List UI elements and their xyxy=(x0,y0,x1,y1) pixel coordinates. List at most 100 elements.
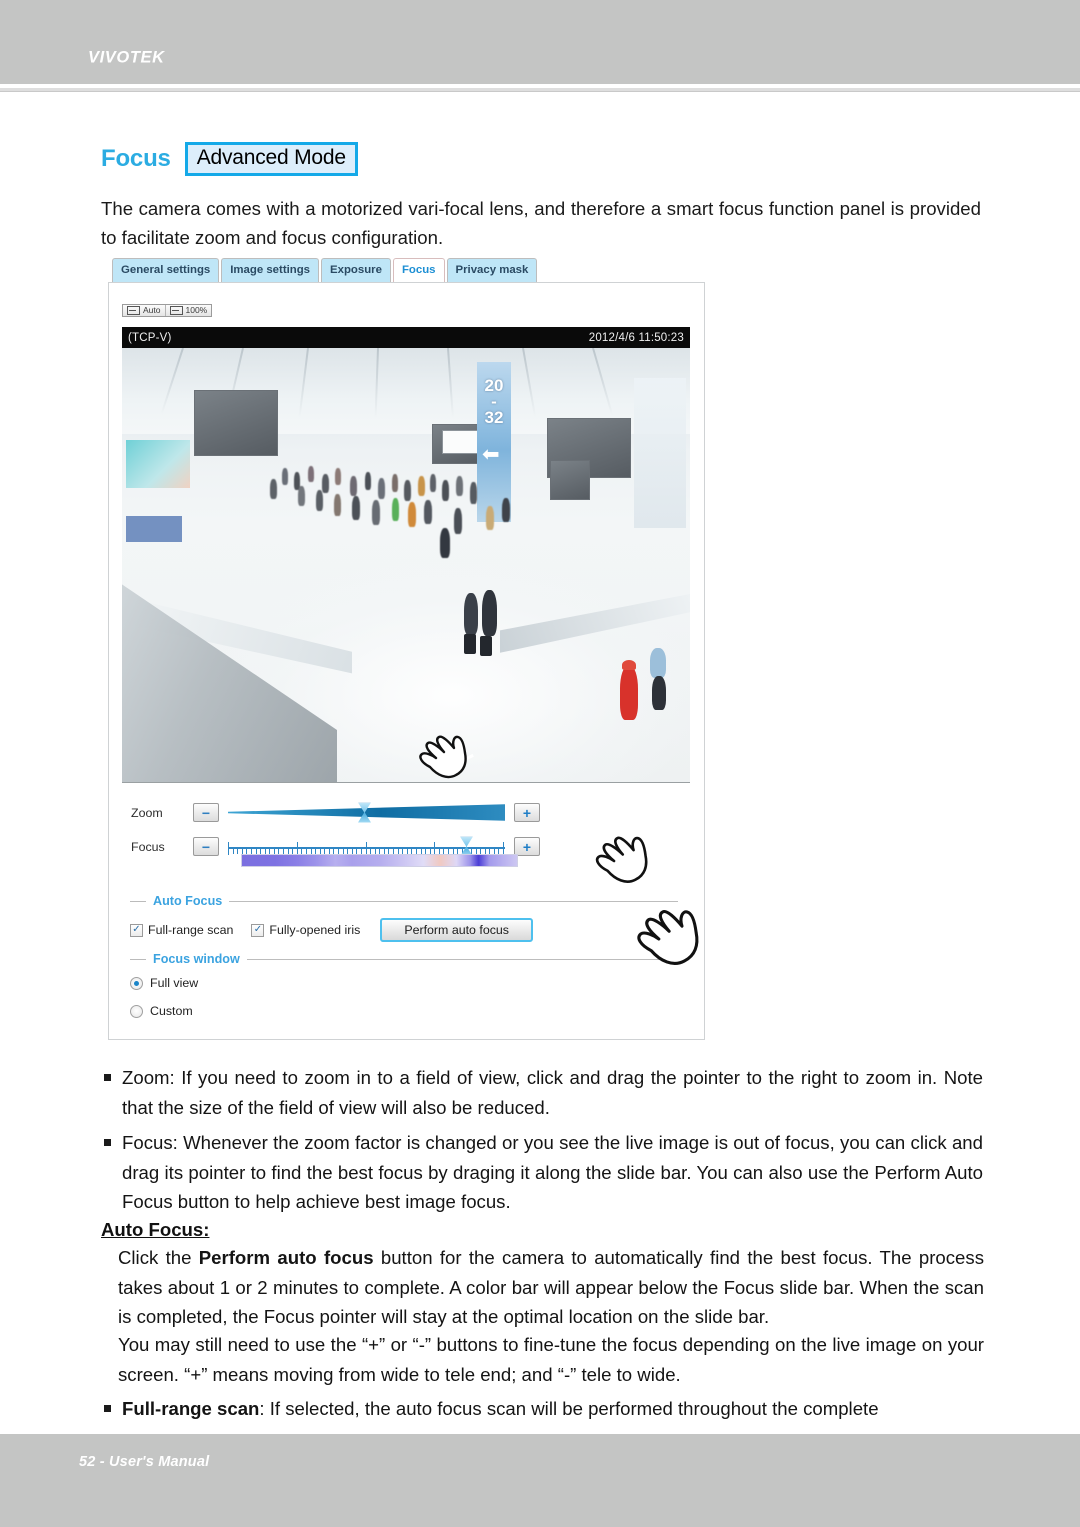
auto-focus-p1-a: Click the xyxy=(118,1247,199,1268)
focus-tick-minor xyxy=(489,848,490,854)
focus-tick-minor xyxy=(311,848,312,854)
full-range-scan-rest: : If selected, the auto focus scan will … xyxy=(259,1398,879,1419)
focus-tick-major xyxy=(297,841,298,855)
zoom-slider-track[interactable] xyxy=(228,802,505,823)
video-frame[interactable]: 20-32 ⬅ xyxy=(122,348,690,783)
full-range-scan-checkbox[interactable]: ✓ xyxy=(130,923,143,937)
scene-display-panel xyxy=(194,390,278,456)
legend-dash xyxy=(130,958,146,960)
focus-tick-minor xyxy=(498,848,499,854)
view-size-100-button[interactable]: 100% xyxy=(165,305,212,317)
focus-tick-minor xyxy=(274,848,275,854)
focus-tick-minor xyxy=(283,848,284,854)
scene-floor-reflection xyxy=(423,742,457,763)
focus-tick-minor xyxy=(329,848,330,854)
view-size-auto-button[interactable]: Auto xyxy=(123,305,166,317)
focus-tick-minor xyxy=(485,848,486,854)
focus-tick-minor xyxy=(242,848,243,854)
auto-focus-paragraph-2: You may still need to use the “+” or “-”… xyxy=(118,1334,984,1385)
focus-tick-minor xyxy=(425,848,426,854)
scene-luggage xyxy=(480,636,492,656)
vivotek-logo: VIVOTEK xyxy=(88,48,165,67)
video-osd-bar: (TCP-V) 2012/4/6 11:50:23 xyxy=(122,327,690,348)
page-footer: 52 - User's Manual xyxy=(0,1434,1080,1527)
focus-tick-major xyxy=(503,841,504,855)
resize-icon xyxy=(169,306,183,316)
tab-privacy-mask[interactable]: Privacy mask xyxy=(446,258,538,282)
focus-tick-minor xyxy=(411,848,412,854)
zoom-slider-row: Zoom − + xyxy=(131,802,540,823)
zoom-plus-button[interactable]: + xyxy=(514,803,540,822)
tab-image-settings[interactable]: Image settings xyxy=(221,258,320,282)
advanced-mode-badge: Advanced Mode xyxy=(184,142,358,176)
auto-focus-fieldset: Auto Focus ✓ Full-range scan ✓ Fully-ope… xyxy=(130,894,678,942)
focus-tick-minor xyxy=(306,848,307,854)
view-size-100-label: 100% xyxy=(185,305,208,315)
focus-tick-minor xyxy=(361,848,362,854)
focus-tick-minor xyxy=(384,848,385,854)
perform-auto-focus-button[interactable]: Perform auto focus xyxy=(380,918,533,942)
auto-focus-title: Auto Focus xyxy=(153,894,223,908)
focus-tick-minor xyxy=(320,848,321,854)
bullet-full-range-scan-text: Full-range scan: If selected, the auto f… xyxy=(101,1394,983,1424)
video-timestamp: 2012/4/6 11:50:23 xyxy=(588,331,684,344)
scene-ad-banner xyxy=(126,440,190,488)
focus-tick-major xyxy=(366,841,367,855)
focus-tick-minor xyxy=(260,848,261,854)
focus-minus-button[interactable]: − xyxy=(193,837,219,856)
section-title-text: Focus xyxy=(101,144,171,172)
focus-tick-minor xyxy=(256,848,257,854)
page-title: Focus Advanced Mode xyxy=(101,142,358,176)
focus-tick-major xyxy=(434,841,435,855)
focus-tick-minor xyxy=(398,848,399,854)
legend-rule xyxy=(246,958,678,960)
zoom-label: Zoom xyxy=(131,805,163,820)
full-range-scan-bold: Full-range scan xyxy=(122,1398,260,1419)
focus-tick-minor xyxy=(476,848,477,854)
auto-focus-legend: Auto Focus xyxy=(130,894,678,908)
focus-tick-minor xyxy=(379,848,380,854)
video-protocol-label: (TCP-V) xyxy=(128,331,172,344)
live-video-area: (TCP-V) 2012/4/6 11:50:23 20 - 32 ⬅ xyxy=(122,327,690,783)
focus-tick-major xyxy=(228,841,229,855)
settings-tabbar: General settings Image settings Exposure… xyxy=(112,258,538,282)
tab-general-settings[interactable]: General settings xyxy=(112,258,220,282)
full-view-radio[interactable] xyxy=(130,976,143,990)
tab-exposure[interactable]: Exposure xyxy=(321,258,391,282)
focus-tick-minor xyxy=(292,848,293,854)
scene-person-blue-legs xyxy=(652,676,666,710)
auto-focus-options: ✓ Full-range scan ✓ Fully-opened iris Pe… xyxy=(130,918,678,942)
focus-tick-minor xyxy=(439,848,440,854)
bullet-zoom: Zoom: If you need to zoom in to a field … xyxy=(101,1063,983,1122)
bullet-full-range-scan: Full-range scan: If selected, the auto f… xyxy=(101,1394,983,1424)
full-view-label: Full view xyxy=(150,976,199,990)
footer-page-label: 52 - User's Manual xyxy=(79,1454,210,1470)
fully-opened-iris-label: Fully-opened iris xyxy=(269,923,361,937)
focus-window-option-custom[interactable]: Custom xyxy=(130,1004,678,1018)
full-range-scan-label: Full-range scan xyxy=(148,923,234,937)
arrow-left-icon: ⬅ xyxy=(482,443,500,466)
focus-tick-minor xyxy=(343,848,344,854)
focus-window-option-full-view[interactable]: Full view xyxy=(130,976,678,990)
scene-person-blue xyxy=(650,648,666,678)
focus-tick-minor xyxy=(338,848,339,854)
focus-window-legend: Focus window xyxy=(130,952,678,966)
legend-dash xyxy=(130,900,146,902)
focus-slider-track[interactable] xyxy=(228,836,505,857)
focus-tick-minor xyxy=(388,848,389,854)
bullet-zoom-text: Zoom: If you need to zoom in to a field … xyxy=(101,1063,983,1122)
zoom-minus-button[interactable]: − xyxy=(193,803,219,822)
focus-tick-minor xyxy=(278,848,279,854)
focus-tick-minor xyxy=(269,848,270,854)
focus-tick-minor xyxy=(352,848,353,854)
fully-opened-iris-checkbox[interactable]: ✓ xyxy=(251,923,265,937)
focus-window-title: Focus window xyxy=(153,952,240,966)
auto-focus-p1-bold: Perform auto focus xyxy=(198,1247,374,1268)
focus-tick-minor xyxy=(471,848,472,854)
custom-label: Custom xyxy=(150,1004,193,1018)
scene-person xyxy=(464,593,478,635)
focus-tick-minor xyxy=(453,848,454,854)
tab-focus[interactable]: Focus xyxy=(392,258,445,282)
custom-radio[interactable] xyxy=(130,1004,143,1018)
focus-tick-minor xyxy=(324,848,325,854)
